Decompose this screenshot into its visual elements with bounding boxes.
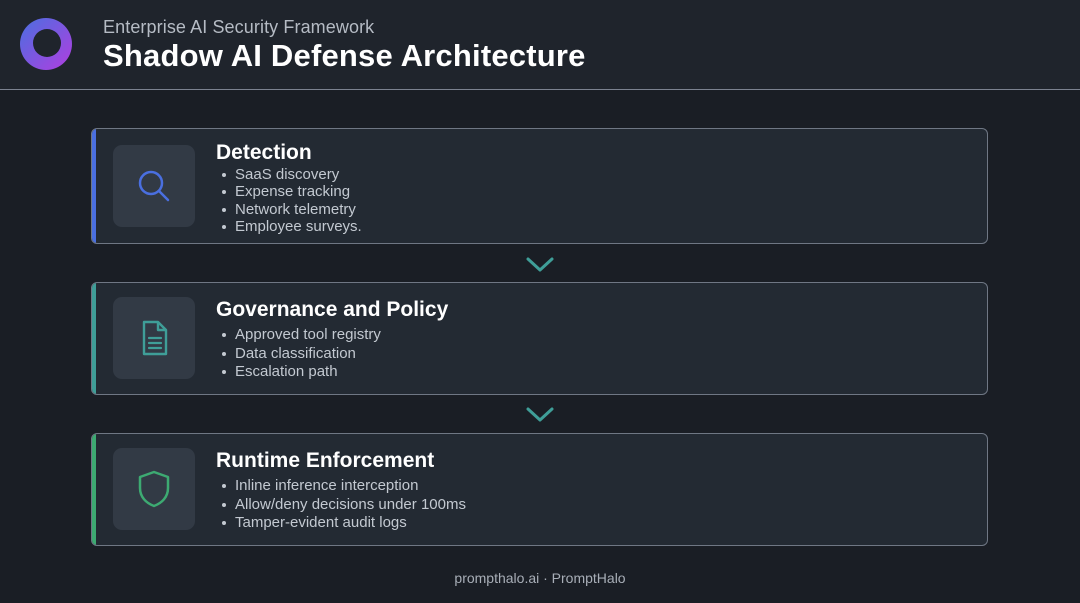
icon-tile — [113, 448, 195, 530]
footer-credit: prompthalo.ai · PromptHalo — [454, 570, 626, 586]
card-accent-bar — [92, 283, 96, 394]
chevron-down-icon — [526, 257, 554, 272]
list-item: Expense tracking — [216, 183, 362, 200]
list-item: Employee surveys. — [216, 218, 362, 235]
card-title: Runtime Enforcement — [216, 449, 435, 472]
card-title: Governance and Policy — [216, 298, 449, 321]
list-item: Approved tool registry — [216, 326, 381, 345]
detection-card: Detection SaaS discovery Expense trackin… — [91, 128, 988, 244]
runtime-card: Runtime Enforcement Inline inference int… — [91, 433, 988, 546]
card-accent-bar — [92, 129, 96, 243]
search-icon — [138, 170, 170, 202]
list-item: Tamper-evident audit logs — [216, 514, 466, 533]
icon-tile — [113, 145, 195, 227]
chevron-down-icon — [526, 407, 554, 422]
shield-icon — [138, 470, 170, 508]
framework-subtitle: Enterprise AI Security Framework — [103, 17, 375, 37]
list-item: Allow/deny decisions under 100ms — [216, 496, 466, 515]
bullet-list: SaaS discovery Expense tracking Network … — [216, 166, 362, 236]
list-item: SaaS discovery — [216, 166, 362, 183]
icon-tile — [113, 297, 195, 379]
list-item: Network telemetry — [216, 201, 362, 218]
list-item: Escalation path — [216, 363, 381, 382]
card-title: Detection — [216, 141, 312, 164]
document-icon — [142, 320, 168, 356]
logo-icon — [20, 18, 72, 70]
governance-card: Governance and Policy Approved tool regi… — [91, 282, 988, 395]
list-item: Inline inference interception — [216, 477, 466, 496]
bullet-list: Approved tool registry Data classificati… — [216, 326, 381, 382]
page-title: Shadow AI Defense Architecture — [103, 38, 586, 73]
bullet-list: Inline inference interception Allow/deny… — [216, 477, 466, 533]
header-bar: Enterprise AI Security Framework Shadow … — [0, 0, 1080, 90]
list-item: Data classification — [216, 345, 381, 364]
card-accent-bar — [92, 434, 96, 545]
